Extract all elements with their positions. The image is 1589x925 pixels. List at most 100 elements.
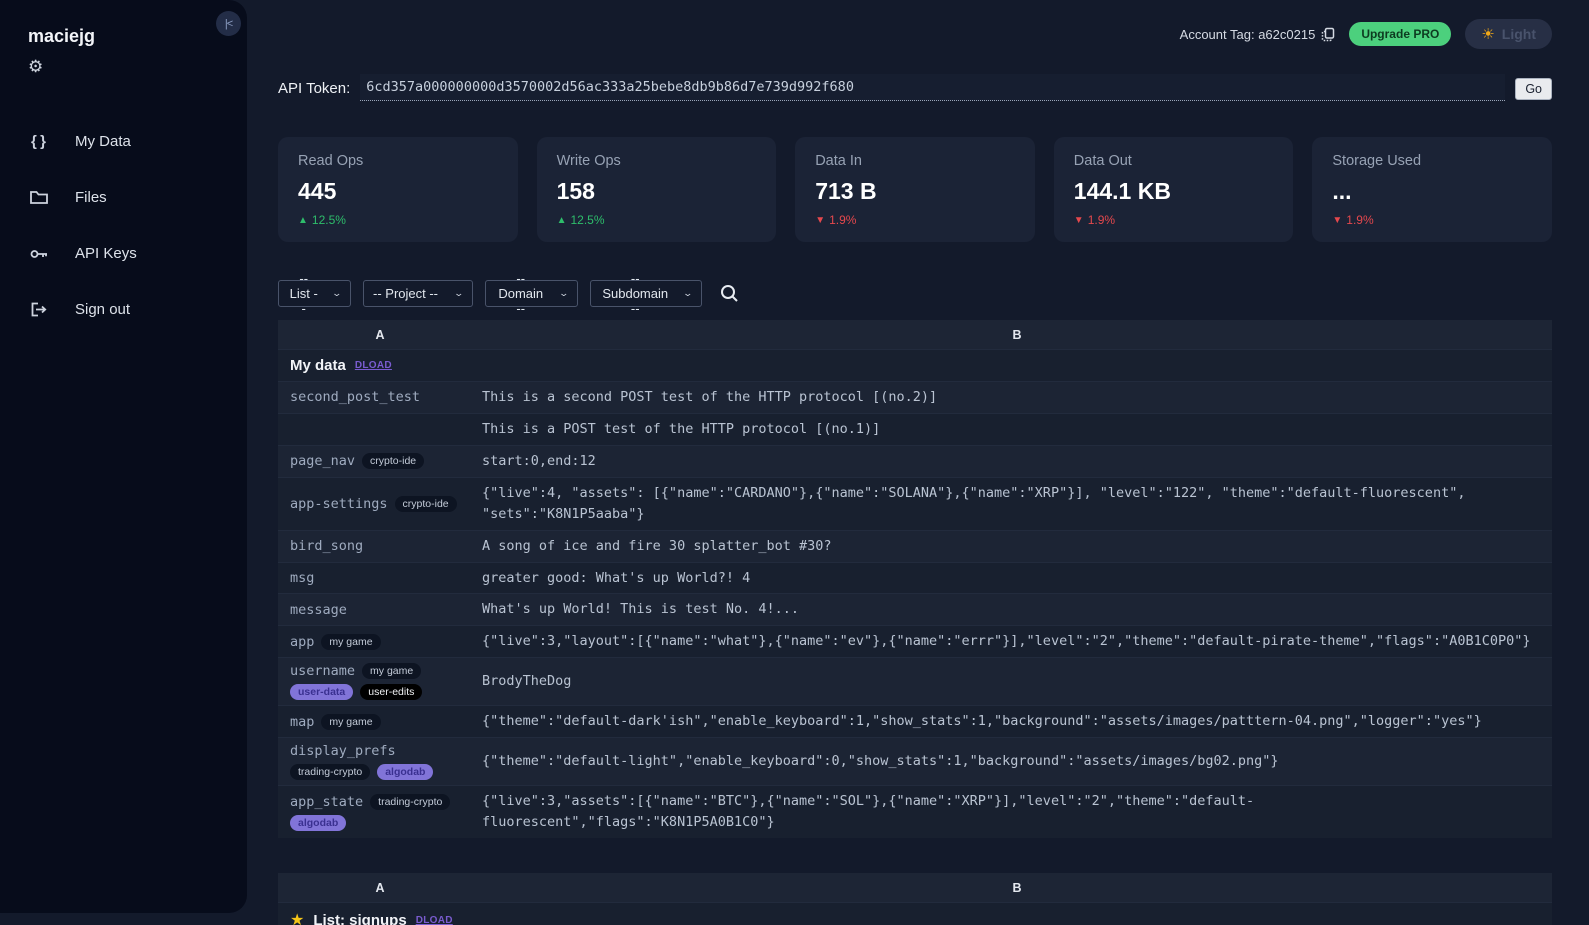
project-badge: trading-crypto [290, 764, 371, 781]
stat-delta: ▲ 12.5% [298, 213, 498, 227]
star-icon: ★ [290, 912, 305, 925]
row-value: {"live":4, "assets": [{"name":"CARDANO"}… [482, 484, 1466, 522]
table-row: username my game user-data user-edits Br… [278, 657, 1552, 706]
stat-value: 158 [556, 178, 595, 204]
signups-list-table: A B ★ List: signups DLOAD list-metadata … [278, 873, 1552, 925]
stat-card-data-out: Data Out 144.1 KB ▼ 1.9% [1053, 137, 1294, 242]
stat-value: 144.1 KB [1073, 178, 1171, 204]
sidebar-item-sign-out[interactable]: Sign out [28, 291, 247, 328]
table-row: message What's up World! This is test No… [278, 593, 1552, 626]
stat-title: Data Out [1073, 153, 1132, 169]
sidebar-item-my-data[interactable]: { } My Data [28, 123, 247, 160]
sidebar: |< maciejg ⚙ { } My Data Files API Keys … [0, 0, 247, 913]
tag-badge: user-data [290, 684, 354, 701]
row-value: {"theme":"default-light","enable_keyboar… [482, 753, 1279, 770]
project-filter-select[interactable]: -- Project -- ⌄ [363, 280, 473, 307]
row-value: What's up World! This is test No. 4!... [482, 601, 799, 618]
account-tag: Account Tag: a62c0215 [1180, 27, 1336, 42]
project-badge: trading-crypto [370, 793, 451, 810]
chevron-down-icon: ⌄ [558, 288, 570, 298]
row-key: message [290, 601, 347, 618]
stat-title: Write Ops [556, 153, 621, 169]
select-label: -- Subdomain -- [602, 271, 669, 316]
tag-badge: user-edits [360, 684, 423, 701]
stat-delta: ▲ 12.5% [557, 213, 757, 227]
sidebar-item-files[interactable]: Files [28, 179, 247, 216]
stat-cards: Read Ops 445 ▲ 12.5% Write Ops 158 ▲ 12.5%… [278, 137, 1552, 242]
row-key: second_post_test [290, 389, 421, 406]
stat-delta: ▼ 1.9% [1332, 213, 1532, 227]
col-header-b: B [1012, 327, 1022, 342]
go-button[interactable]: Go [1515, 78, 1552, 100]
trend-up-icon: ▲ [556, 214, 567, 226]
stat-delta-value: 12.5% [570, 213, 605, 227]
project-badge: my game [362, 663, 422, 680]
gear-icon[interactable]: ⚙ [28, 57, 48, 77]
sidebar-item-label: My Data [75, 133, 131, 150]
stat-card-storage-used: Storage Used ... ▼ 1.9% [1312, 137, 1552, 242]
sidebar-item-label: Sign out [75, 301, 131, 318]
row-value: {"theme":"default-dark'ish","enable_keyb… [482, 713, 1482, 730]
table-row: second_post_test This is a second POST t… [278, 381, 1552, 413]
select-label: -- List -- [289, 271, 318, 316]
row-key: map [290, 713, 315, 730]
table-row: This is a POST test of the HTTP protocol… [278, 412, 1552, 445]
trend-down-icon: ▼ [1332, 214, 1343, 226]
row-key: app [290, 633, 315, 650]
main-content: Account Tag: a62c0215 Upgrade PRO ☀ Ligh… [247, 0, 1589, 925]
stat-delta-value: 1.9% [829, 213, 857, 227]
sidebar-nav: { } My Data Files API Keys Sign out [28, 123, 247, 347]
row-key: msg [290, 569, 315, 586]
folder-icon [28, 190, 50, 205]
sign-out-icon [28, 302, 50, 317]
table-row: map my game {"theme":"default-dark'ish",… [278, 705, 1552, 738]
sidebar-collapse-button[interactable]: |< [216, 11, 241, 36]
topbar: Account Tag: a62c0215 Upgrade PRO ☀ Ligh… [278, 19, 1552, 49]
api-token-label: API Token: [278, 80, 351, 97]
row-key: page_nav [290, 453, 356, 470]
table-row: app_state trading-crypto algodab {"live"… [278, 785, 1552, 839]
row-key: bird_song [290, 538, 364, 555]
stat-card-write-ops: Write Ops 158 ▲ 12.5% [536, 137, 777, 242]
list-filter-select[interactable]: -- List -- ⌄ [278, 271, 351, 316]
stat-title: Read Ops [298, 153, 364, 169]
project-badge: crypto-ide [394, 495, 457, 512]
search-button[interactable] [720, 284, 739, 303]
select-label: -- Project -- [373, 286, 438, 301]
row-key: username [290, 663, 356, 680]
username-title: maciejg [28, 26, 96, 46]
subdomain-filter-select[interactable]: -- Subdomain -- ⌄ [590, 271, 702, 316]
section-title: List: signups [313, 911, 407, 925]
table-header: A B [278, 320, 1552, 349]
table-row: bird_song A song of ice and fire 30 spla… [278, 529, 1552, 562]
trend-down-icon: ▼ [1073, 214, 1084, 226]
braces-icon: { } [31, 133, 47, 150]
stat-delta: ▼ 1.9% [1074, 213, 1274, 227]
row-value: A song of ice and fire 30 splatter_bot #… [482, 537, 832, 554]
copy-icon[interactable] [1321, 27, 1335, 42]
stat-delta: ▼ 1.9% [815, 213, 1015, 227]
project-badge: crypto-ide [362, 453, 425, 470]
stat-card-data-in: Data In 713 B ▼ 1.9% [795, 137, 1035, 242]
stat-title: Data In [815, 153, 862, 169]
key-icon [28, 248, 50, 260]
sun-icon: ☀ [1481, 26, 1495, 43]
domain-filter-select[interactable]: -- Domain -- ⌄ [485, 271, 578, 316]
account-tag-label: Account Tag: a62c0215 [1179, 26, 1316, 42]
trend-up-icon: ▲ [298, 214, 308, 226]
table-row: page_nav crypto-ide start:0,end:12 [278, 444, 1552, 477]
table-row: display_prefs trading-crypto algodab {"t… [278, 737, 1552, 786]
trend-down-icon: ▼ [815, 214, 826, 226]
upgrade-pro-button[interactable]: Upgrade PRO [1349, 22, 1452, 46]
sidebar-item-api-keys[interactable]: API Keys [28, 235, 247, 272]
row-key: app-settings [290, 495, 388, 512]
dload-link[interactable]: DLOAD [355, 360, 392, 371]
row-value: {"live":3,"assets":[{"name":"BTC"},{"nam… [482, 793, 1255, 831]
table-header: A B [278, 873, 1552, 903]
api-token-input[interactable] [360, 74, 1506, 101]
tag-badge: algodab [377, 764, 434, 781]
dload-link[interactable]: DLOAD [416, 915, 453, 925]
table-row: msg greater good: What's up World?! 4 [278, 561, 1552, 594]
theme-toggle[interactable]: ☀ Light [1465, 19, 1552, 49]
tag-badge: algodab [290, 814, 347, 831]
